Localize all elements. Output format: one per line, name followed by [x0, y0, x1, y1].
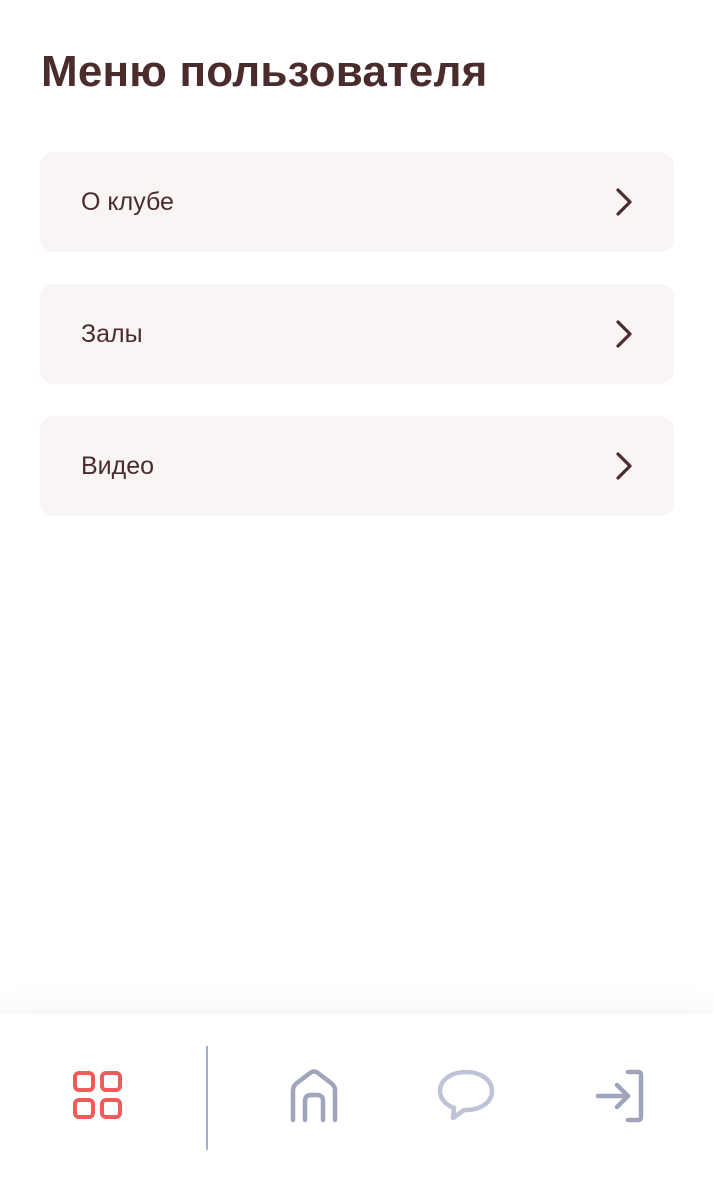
- menu-item-halls[interactable]: Залы: [40, 284, 674, 384]
- nav-menu-button[interactable]: [62, 1062, 134, 1134]
- menu-item-label: О клубе: [81, 187, 174, 216]
- grid-menu-icon: [71, 1070, 125, 1127]
- chevron-right-icon: [614, 451, 634, 481]
- chat-bubble-icon: [436, 1068, 496, 1129]
- nav-login-button[interactable]: [584, 1062, 656, 1134]
- user-menu-list: О клубе Залы Видео: [40, 152, 674, 548]
- menu-item-video[interactable]: Видео: [40, 416, 674, 516]
- nav-divider: [206, 1046, 208, 1150]
- login-icon: [594, 1068, 646, 1129]
- chevron-right-icon: [614, 187, 634, 217]
- nav-chat-button[interactable]: [430, 1062, 502, 1134]
- page-title: Меню пользователя: [41, 47, 488, 96]
- menu-item-about-club[interactable]: О клубе: [40, 152, 674, 252]
- home-icon: [289, 1068, 339, 1129]
- nav-home-button[interactable]: [278, 1062, 350, 1134]
- bottom-navigation: [0, 1014, 714, 1182]
- menu-item-label: Залы: [81, 319, 143, 348]
- chevron-right-icon: [614, 319, 634, 349]
- menu-item-label: Видео: [81, 451, 155, 480]
